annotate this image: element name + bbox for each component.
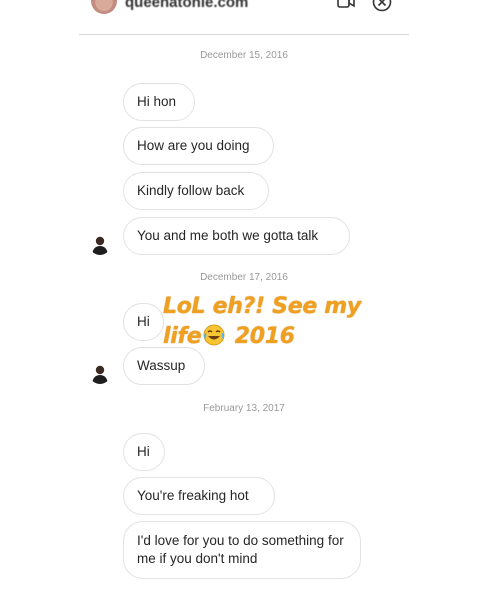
message-bubble[interactable]: How are you doing (123, 127, 274, 165)
message-text: You and me both we gotta talk (137, 228, 319, 243)
sender-avatar[interactable] (89, 233, 111, 255)
message-text: Hi (137, 444, 150, 459)
message-bubble[interactable]: You and me both we gotta talk (123, 217, 350, 255)
message-bubble[interactable]: You're freaking hot (123, 477, 275, 515)
message-text: How are you doing (137, 138, 250, 153)
caption-word: life (163, 324, 202, 349)
person-icon (89, 233, 111, 255)
caption-line-2: life 2016 (163, 322, 403, 352)
story-caption-overlay: LoL eh?! See my life 2016 (163, 292, 403, 352)
conversation-header: queenatonle.com (79, 0, 409, 35)
screenshot-page: queenatonle.com December 15, 2016 Hi hon… (0, 0, 500, 589)
date-separator: December 15, 2016 (200, 50, 288, 61)
video-camera-icon[interactable] (337, 0, 355, 8)
conversation-username[interactable]: queenatonle.com (125, 0, 248, 11)
message-text: Wassup (137, 358, 186, 373)
message-text: You're freaking hot (137, 488, 249, 503)
message-text: Hi (137, 314, 150, 329)
face-with-tears-of-joy-icon (203, 324, 225, 346)
message-bubble[interactable]: I'd love for you to do something for me … (123, 521, 361, 579)
message-text: I'd love for you to do something for me … (137, 533, 344, 566)
message-text: Hi hon (137, 94, 177, 109)
caption-line-1: LoL eh?! See my (163, 294, 361, 319)
profile-avatar[interactable] (91, 0, 117, 14)
message-bubble[interactable]: Hi hon (123, 83, 195, 121)
message-bubble[interactable]: Kindly follow back (123, 172, 269, 210)
sender-avatar[interactable] (89, 362, 111, 384)
date-separator: December 17, 2016 (200, 272, 288, 283)
dm-conversation-screen: queenatonle.com December 15, 2016 Hi hon… (79, 0, 409, 589)
message-bubble[interactable]: Hi (123, 433, 165, 471)
caption-year: 2016 (234, 324, 295, 349)
person-icon (89, 362, 111, 384)
message-bubble[interactable]: Wassup (123, 347, 205, 385)
date-separator: February 13, 2017 (203, 403, 285, 414)
close-icon[interactable] (372, 0, 392, 12)
message-text: Kindly follow back (137, 183, 245, 198)
message-bubble[interactable]: Hi (123, 303, 164, 341)
